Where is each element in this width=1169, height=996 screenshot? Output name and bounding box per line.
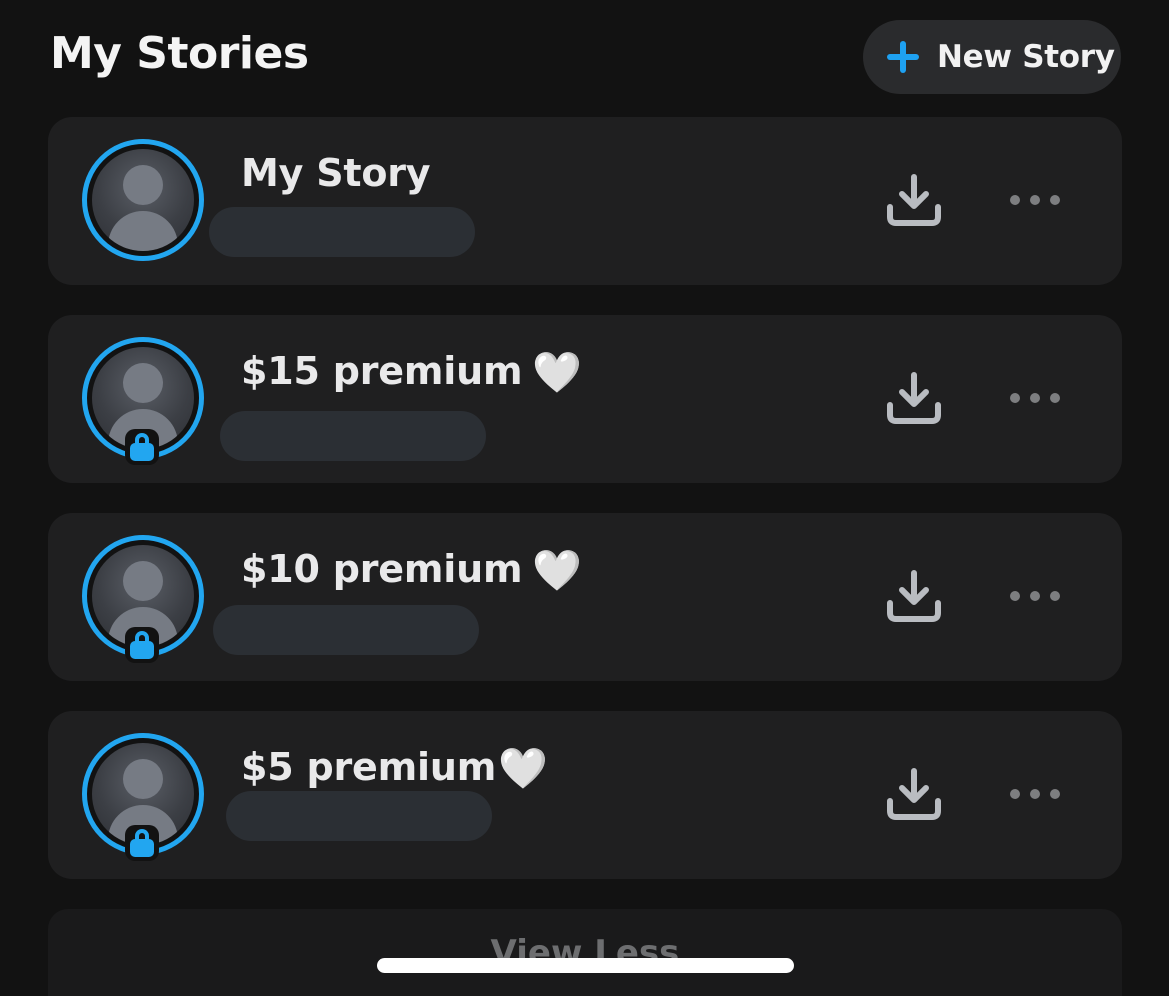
download-icon[interactable] [884,765,944,825]
my-stories-screen: My Stories New Story My Story $15 premiu… [0,0,1169,996]
plus-icon [887,41,919,73]
redacted-subtitle [209,207,475,257]
story-card-my-story[interactable]: My Story [48,117,1122,285]
header: My Stories New Story [48,18,1121,96]
story-title: $5 premium🤍 [241,745,548,792]
story-card-premium-10[interactable]: $10 premium 🤍 [48,513,1122,681]
redacted-subtitle [213,605,479,655]
redacted-subtitle [226,791,492,841]
view-less-button[interactable]: View Less [48,909,1122,996]
download-icon[interactable] [884,369,944,429]
story-card-premium-5[interactable]: $5 premium🤍 [48,711,1122,879]
download-icon[interactable] [884,171,944,231]
thumbnail-placeholder [92,149,194,251]
story-list: My Story $15 premium 🤍 $10 premium 🤍 $5 … [48,117,1122,909]
story-thumbnail[interactable] [82,139,204,261]
heart-icon: 🤍 [532,548,582,594]
home-indicator[interactable] [377,958,794,973]
heart-icon: 🤍 [532,350,582,396]
lock-icon [125,429,159,465]
new-story-label: New Story [937,39,1115,75]
story-title: My Story [241,151,431,195]
page-title: My Stories [50,28,309,79]
lock-icon [125,627,159,663]
more-options-icon[interactable] [1010,779,1060,809]
story-title: $10 premium 🤍 [241,547,582,594]
heart-icon: 🤍 [498,746,548,792]
redacted-subtitle [220,411,486,461]
download-icon[interactable] [884,567,944,627]
story-card-premium-15[interactable]: $15 premium 🤍 [48,315,1122,483]
lock-icon [125,825,159,861]
story-title: $15 premium 🤍 [241,349,582,396]
more-options-icon[interactable] [1010,383,1060,413]
more-options-icon[interactable] [1010,581,1060,611]
new-story-button[interactable]: New Story [863,20,1121,94]
more-options-icon[interactable] [1010,185,1060,215]
